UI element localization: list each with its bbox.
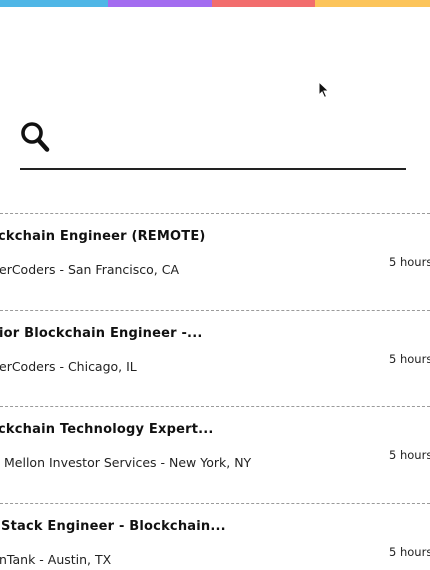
job-title[interactable]: ior Blockchain Engineer -...: [0, 326, 202, 341]
job-title[interactable]: ckchain Engineer (REMOTE): [0, 229, 206, 244]
accent-segment-red: [212, 0, 315, 7]
accent-segment-purple: [108, 0, 212, 7]
search-icon[interactable]: [20, 121, 50, 153]
job-company-location: erCoders - Chicago, IL: [0, 358, 137, 374]
mouse-pointer-icon: [318, 81, 330, 99]
job-posted-time: 5 hours: [389, 351, 430, 366]
top-accent-bar: [0, 0, 430, 7]
job-company-location: erCoders - San Francisco, CA: [0, 262, 180, 277]
job-title[interactable]: Stack Engineer - Blockchain...: [1, 519, 226, 534]
accent-segment-yellow: [315, 0, 430, 7]
job-item[interactable]: Stack Engineer - Blockchain... nTank - A…: [0, 502, 430, 570]
job-list: ckchain Engineer (REMOTE) erCoders - San…: [0, 213, 430, 570]
job-posted-time: 5 hours: [389, 255, 430, 269]
job-item[interactable]: ckchain Engineer (REMOTE) erCoders - San…: [0, 213, 430, 310]
job-item[interactable]: ior Blockchain Engineer -... erCoders - …: [0, 309, 430, 407]
search-input[interactable]: [66, 121, 396, 155]
job-company-location: nTank - Austin, TX: [0, 551, 112, 567]
job-posted-time: 5 hours: [389, 544, 430, 559]
accent-segment-blue: [0, 0, 108, 7]
search-bar: [20, 113, 406, 170]
job-company-location: Mellon Investor Services - New York, NY: [4, 455, 252, 470]
job-title[interactable]: ckchain Technology Expert...: [0, 422, 214, 437]
job-posted-time: 5 hours: [389, 448, 430, 462]
job-item[interactable]: ckchain Technology Expert... Mellon Inve…: [0, 406, 430, 503]
